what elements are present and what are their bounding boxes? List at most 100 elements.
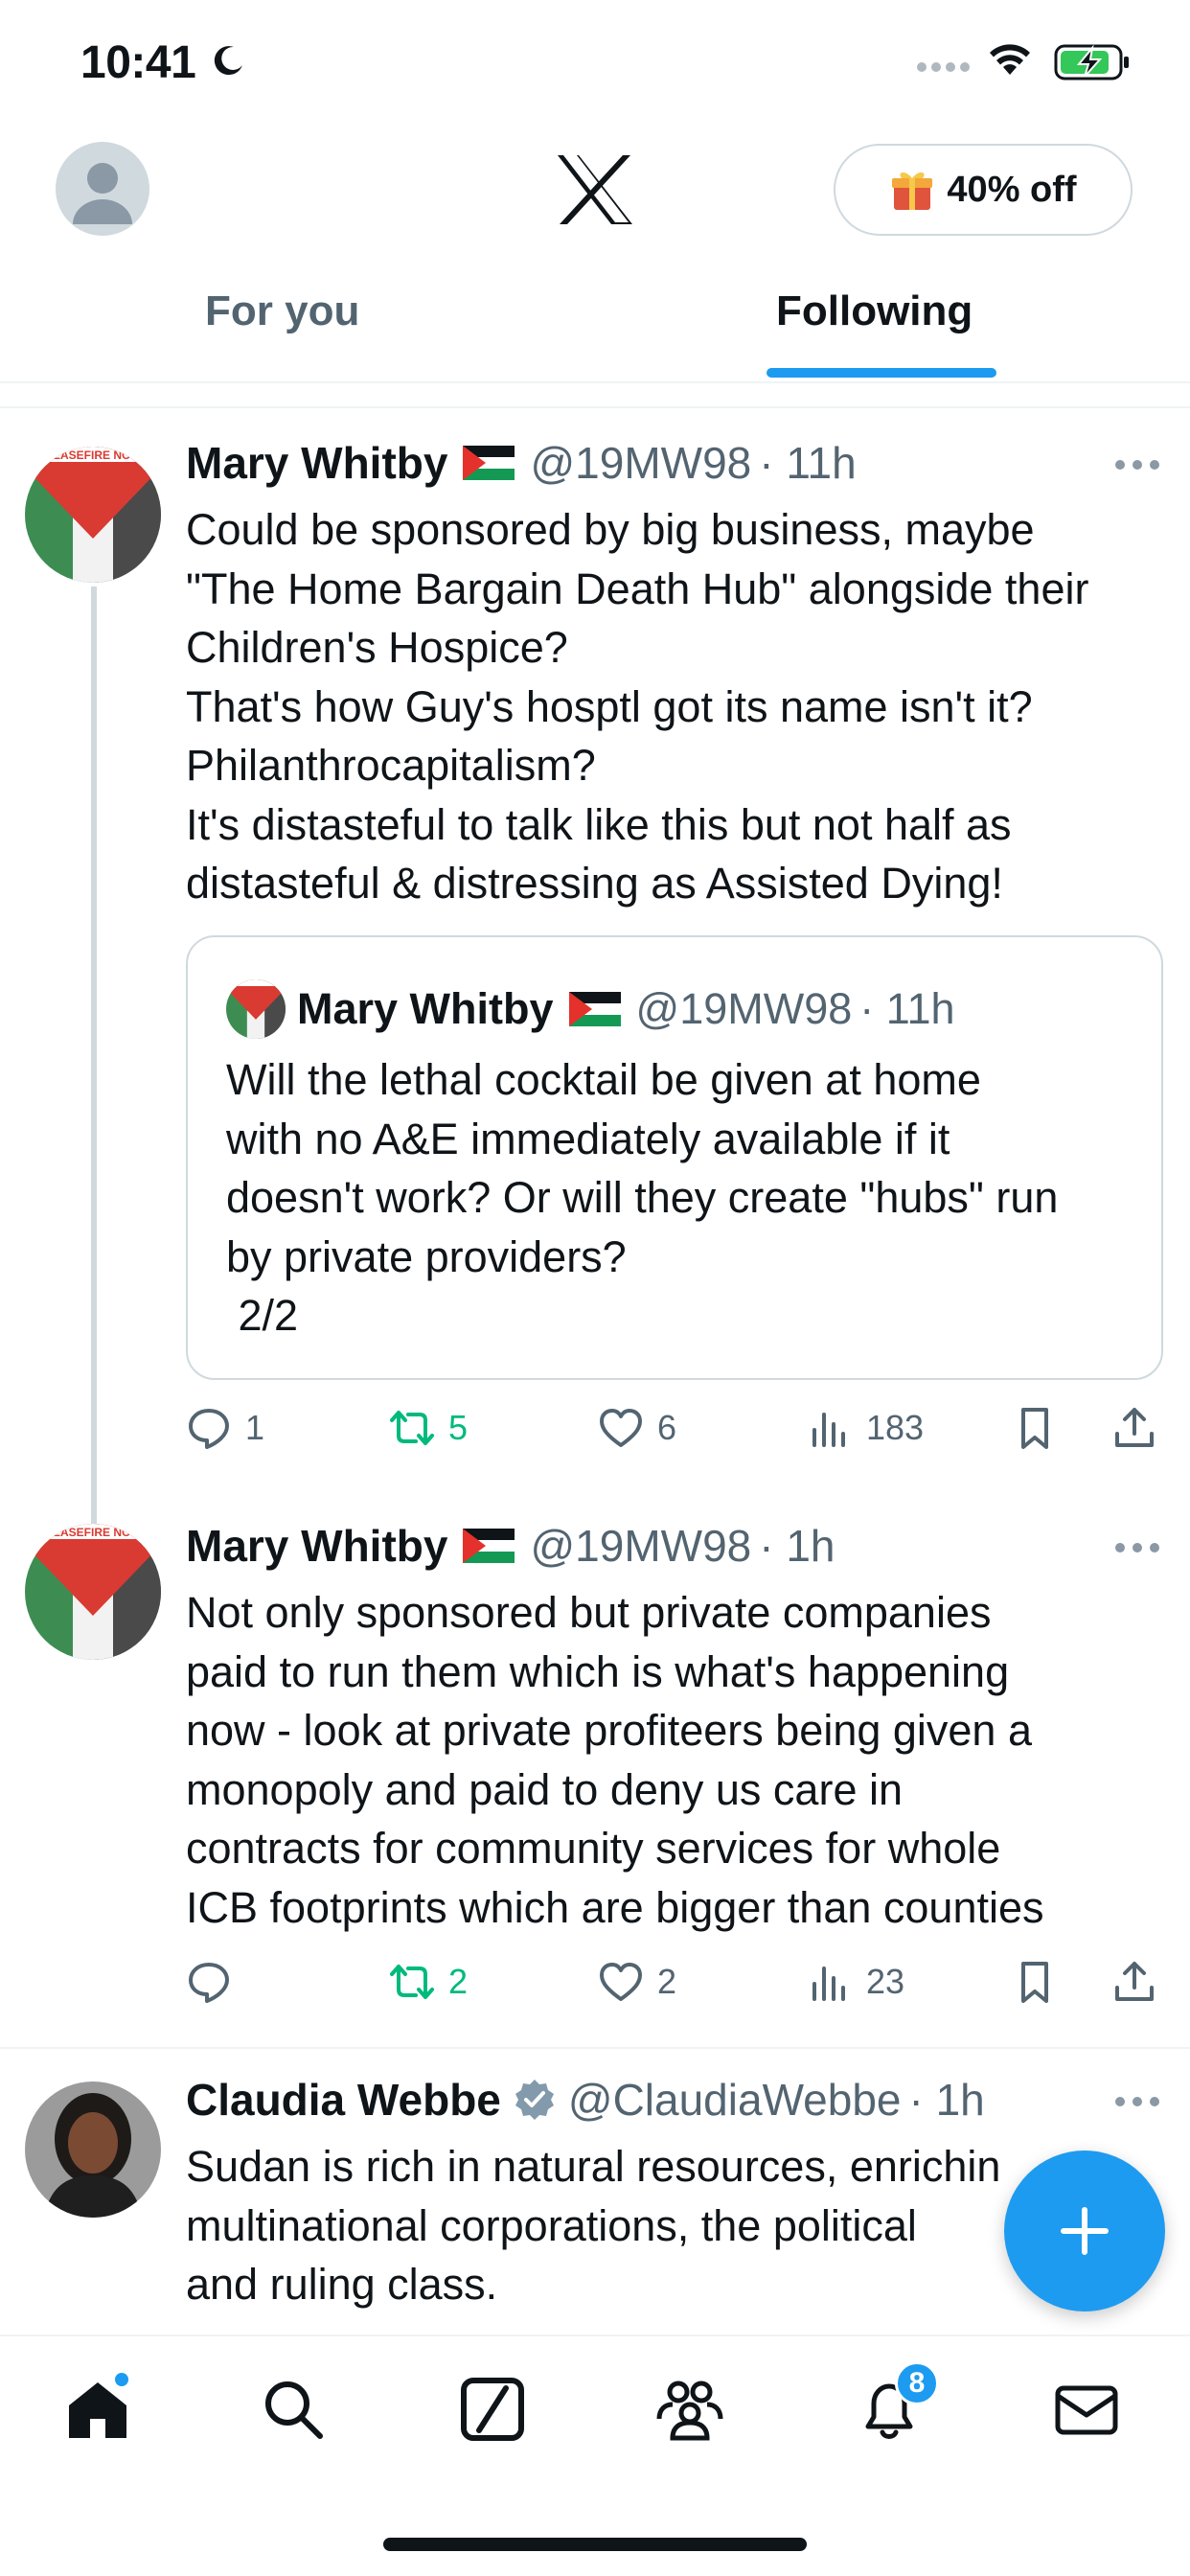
quoted-author-handle: @19MW98 bbox=[635, 984, 853, 1033]
tweet-text-line: ICB footprints which are bigger than cou… bbox=[186, 1882, 1044, 1932]
gift-icon bbox=[892, 172, 933, 210]
divider bbox=[0, 406, 1190, 408]
verified-badge-icon bbox=[515, 2080, 554, 2120]
compose-post-button[interactable] bbox=[1004, 2150, 1165, 2312]
moon-icon bbox=[214, 46, 242, 76]
home-indicator[interactable] bbox=[383, 2538, 807, 2551]
reply-icon bbox=[189, 1963, 229, 2003]
nav-grok[interactable] bbox=[458, 2375, 535, 2451]
more-options-icon[interactable] bbox=[1113, 1541, 1161, 1554]
new-posts-indicator bbox=[113, 2371, 130, 2388]
retweet-icon bbox=[390, 1411, 434, 1445]
author-name[interactable]: Mary Whitby bbox=[186, 437, 447, 489]
views-button[interactable]: 183 bbox=[807, 1405, 924, 1451]
quoted-tweet-text: Will the lethal cocktail be given at hom… bbox=[226, 1050, 1146, 1346]
quoted-text-line: doesn't work? Or will they create "hubs"… bbox=[226, 1173, 1059, 1222]
reply-button[interactable]: 1 bbox=[186, 1405, 264, 1451]
palestine-avatar-icon: CEASEFIRE NOW bbox=[25, 447, 161, 583]
views-chart-icon bbox=[812, 1966, 845, 2001]
profile-avatar-button[interactable] bbox=[56, 142, 149, 236]
cellular-signal-icon bbox=[917, 62, 970, 72]
tweet-time: · 1h bbox=[908, 2075, 985, 2125]
nav-home[interactable] bbox=[63, 2371, 140, 2451]
nav-search[interactable] bbox=[259, 2375, 335, 2451]
share-icon bbox=[1115, 1962, 1154, 2001]
tweet-text-line: Not only sponsored but private companies bbox=[186, 1588, 992, 1637]
like-button[interactable]: 6 bbox=[598, 1405, 676, 1451]
premium-offer-button[interactable]: 40% off bbox=[834, 144, 1133, 236]
status-bar: 10:41 bbox=[0, 0, 1190, 134]
status-time: 10:41 bbox=[80, 37, 196, 88]
mail-icon bbox=[1055, 2385, 1118, 2435]
active-tab-indicator bbox=[767, 368, 996, 378]
avatar[interactable]: CEASEFIRE NOW bbox=[25, 447, 161, 583]
reply-icon bbox=[189, 1409, 229, 1449]
more-options-icon[interactable] bbox=[1113, 2095, 1161, 2108]
divider bbox=[0, 2047, 1190, 2049]
tweet-text-line: Philanthrocapitalism? bbox=[186, 741, 596, 790]
notification-count-badge: 8 bbox=[895, 2361, 939, 2405]
tweet-text-line: That's how Guy's hosptl got its name isn… bbox=[186, 681, 1033, 731]
quoted-text-line: with no A&E immediately available if it bbox=[226, 1114, 950, 1163]
author-name[interactable]: Claudia Webbe bbox=[186, 2074, 501, 2126]
tweet-header: Mary Whitby @19MW98 · 11h bbox=[186, 437, 857, 489]
search-icon bbox=[265, 2381, 323, 2439]
promo-label: 40% off bbox=[947, 169, 1077, 210]
bookmark-button[interactable] bbox=[1012, 1405, 1058, 1451]
tweet-text-line: It's distasteful to talk like this but n… bbox=[186, 799, 1012, 849]
reply-count: 1 bbox=[245, 1408, 265, 1447]
more-options-icon[interactable] bbox=[1113, 458, 1161, 472]
nav-communities[interactable] bbox=[655, 2375, 732, 2451]
view-count: 23 bbox=[866, 1962, 905, 2001]
tweet-text: Could be sponsored by big business, mayb… bbox=[186, 500, 1173, 913]
avatar[interactable] bbox=[25, 2082, 161, 2218]
avatar[interactable]: CEASEFIRE NOW bbox=[25, 1524, 161, 1660]
tweet-header: Mary Whitby @19MW98 · 1h bbox=[186, 1520, 835, 1572]
views-button[interactable]: 23 bbox=[807, 1959, 904, 2005]
quoted-author-name: Mary Whitby bbox=[297, 984, 554, 1033]
tweet-text-line: "The Home Bargain Death Hub" alongside t… bbox=[186, 564, 1089, 613]
quoted-avatar bbox=[226, 979, 286, 1039]
communities-icon bbox=[656, 2380, 723, 2441]
retweet-icon bbox=[390, 1965, 434, 1999]
quoted-tweet-time: · 11h bbox=[859, 984, 955, 1033]
bookmark-button[interactable] bbox=[1012, 1959, 1058, 2005]
palestine-avatar-icon bbox=[226, 979, 286, 1039]
quoted-tweet[interactable]: Mary Whitby @19MW98 · 11h Will the letha… bbox=[186, 935, 1163, 1380]
author-handle[interactable]: @19MW98 bbox=[530, 437, 751, 489]
default-avatar-icon bbox=[73, 163, 132, 224]
share-button[interactable] bbox=[1111, 1405, 1157, 1451]
x-logo-icon bbox=[558, 155, 632, 224]
tweet-text-line: now - look at private profiteers being g… bbox=[186, 1706, 1032, 1755]
quoted-text-line: Will the lethal cocktail be given at hom… bbox=[226, 1055, 981, 1104]
retweet-count: 5 bbox=[448, 1408, 469, 1447]
retweet-button[interactable]: 5 bbox=[389, 1405, 468, 1451]
bookmark-icon bbox=[1021, 1408, 1048, 1449]
tweet-actions: 2 2 23 bbox=[186, 1959, 1173, 2016]
tab-following[interactable]: Following bbox=[776, 288, 973, 335]
author-name[interactable]: Mary Whitby bbox=[186, 1520, 447, 1572]
tweet-text-line: distasteful & distressing as Assisted Dy… bbox=[186, 859, 1003, 908]
palestine-avatar-icon: CEASEFIRE NOW bbox=[25, 1524, 161, 1660]
author-handle[interactable]: @19MW98 bbox=[530, 1520, 751, 1572]
author-handle[interactable]: @ClaudiaWebbe bbox=[568, 2074, 902, 2126]
tweet-text-line: Children's Hospice? bbox=[186, 623, 568, 672]
heart-icon bbox=[600, 1963, 642, 2001]
svg-text:CEASEFIRE NOW: CEASEFIRE NOW bbox=[44, 1526, 142, 1539]
tab-for-you[interactable]: For you bbox=[205, 288, 359, 335]
nav-notifications[interactable]: 8 bbox=[855, 2361, 939, 2451]
retweet-button[interactable]: 2 bbox=[389, 1959, 468, 2005]
timeline-tabs: For you Following bbox=[0, 268, 1190, 383]
like-button[interactable]: 2 bbox=[598, 1959, 676, 2005]
wifi-icon bbox=[990, 44, 1030, 75]
svg-text:CEASEFIRE NOW: CEASEFIRE NOW bbox=[44, 448, 142, 462]
share-button[interactable] bbox=[1111, 1959, 1157, 2005]
heart-icon bbox=[600, 1409, 642, 1447]
person-photo-avatar bbox=[25, 2082, 161, 2218]
share-icon bbox=[1115, 1408, 1154, 1447]
like-count: 6 bbox=[657, 1408, 677, 1447]
nav-messages[interactable] bbox=[1052, 2375, 1129, 2451]
reply-button[interactable] bbox=[186, 1959, 245, 2005]
quoted-text-line: by private providers? bbox=[226, 1231, 627, 1281]
tweet-text-line: contracts for community services for who… bbox=[186, 1824, 1001, 1873]
